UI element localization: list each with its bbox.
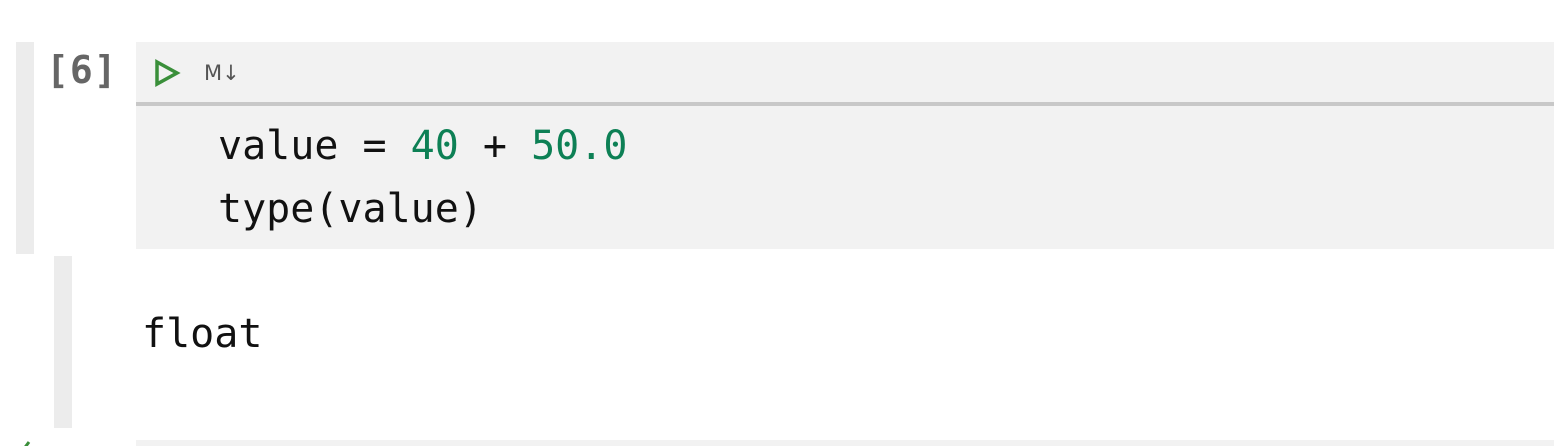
execution-count: [6] (46, 48, 118, 92)
code-editor[interactable]: value = 40 + 50.0 type(value) (136, 106, 1554, 249)
code-line: value = 40 + 50.0 (218, 118, 627, 174)
code-number: 50.0 (531, 123, 628, 169)
code-token: value = (218, 123, 411, 169)
code-number: 40 (410, 123, 459, 169)
play-icon (152, 58, 182, 88)
cell-output: float (142, 311, 263, 357)
cell-output-gutter[interactable] (54, 256, 72, 428)
next-cell[interactable] (136, 440, 1554, 446)
cell-input-gutter[interactable] (16, 42, 34, 254)
cell-toolbar: M↓ (136, 42, 1554, 106)
code-token: type(value) (218, 186, 483, 232)
run-cell-button[interactable] (152, 58, 182, 88)
code-line: type(value) (218, 181, 483, 237)
markdown-toggle-button[interactable]: M↓ (204, 58, 240, 88)
checkmark-icon (12, 438, 32, 446)
code-token: + (458, 123, 532, 169)
